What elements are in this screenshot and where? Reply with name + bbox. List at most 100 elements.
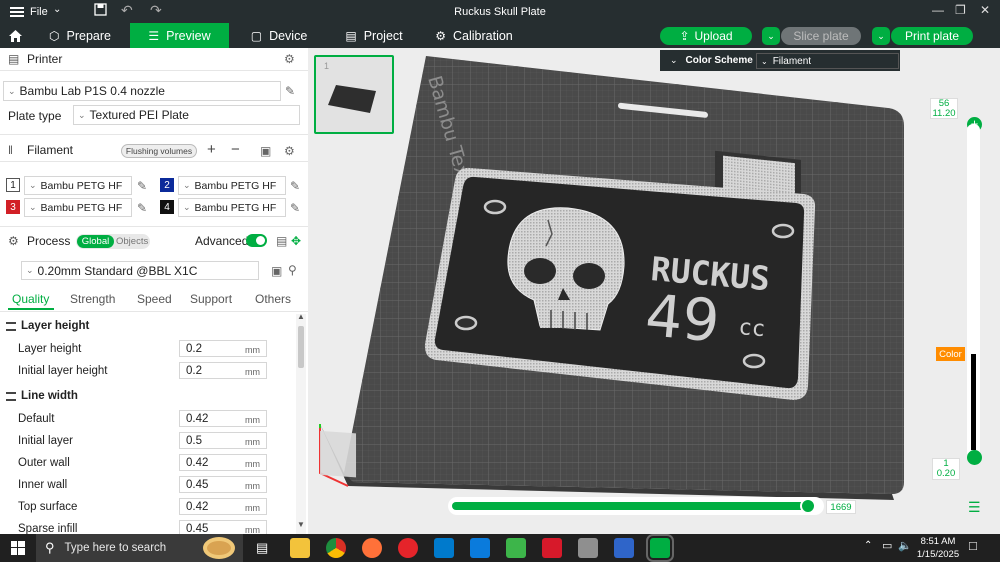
active-tab-underline (8, 308, 54, 310)
sync-filament-icon[interactable]: ▣ (260, 144, 271, 158)
volume-icon[interactable]: 🔈 (898, 539, 912, 552)
edit-filament-icon[interactable]: ✎ (137, 201, 147, 215)
sparse-infill-line-width-input[interactable]: 0.45 mm (179, 520, 267, 534)
tab-others[interactable]: Others (255, 292, 291, 306)
file-explorer-icon[interactable] (290, 538, 310, 558)
moves-slider-handle[interactable] (800, 498, 817, 514)
firefox-icon[interactable] (362, 538, 382, 558)
moves-slider-track[interactable] (448, 497, 824, 515)
menu-icon[interactable] (10, 6, 24, 17)
plate-thumbnail[interactable]: 1 (314, 55, 394, 134)
scroll-up-icon[interactable]: ▲ (297, 312, 305, 321)
layer-height-input[interactable]: 0.2 mm (179, 340, 267, 357)
advanced-toggle[interactable] (246, 234, 267, 247)
save-preset-icon[interactable]: ▣ (271, 264, 282, 278)
scroll-down-icon[interactable]: ▼ (297, 520, 305, 529)
advanced-label: Advanced (195, 234, 249, 248)
print-plate-button[interactable]: Print plate (891, 27, 973, 45)
home-icon[interactable] (0, 23, 30, 48)
printer-select[interactable]: ⌄ Bambu Lab P1S 0.4 nozzle (3, 81, 281, 101)
edit-filament-icon[interactable]: ✎ (137, 179, 147, 193)
initial-layer-line-width-input[interactable]: 0.5 mm (179, 432, 267, 449)
app-icon[interactable] (470, 538, 490, 558)
process-icon: ⚙ (8, 234, 19, 248)
edit-filament-icon[interactable]: ✎ (290, 201, 300, 215)
flushing-volumes-button[interactable]: Flushing volumes (121, 144, 197, 158)
bambu-studio-icon[interactable] (646, 534, 674, 562)
windows-start-icon[interactable] (11, 541, 25, 558)
close-icon[interactable]: ✕ (980, 3, 990, 17)
collapse-icon[interactable]: ⌄ (670, 55, 678, 66)
outer-wall-line-width-input[interactable]: 0.42 mm (179, 454, 267, 471)
tab-prepare[interactable]: ⬡ Prepare (30, 23, 130, 48)
slice-dropdown-button[interactable]: ⌄ (762, 27, 780, 45)
app-icon[interactable] (578, 538, 598, 558)
vscode-icon[interactable] (434, 538, 454, 558)
model-text-cc: cc (737, 315, 766, 342)
param-label: Top surface (18, 501, 78, 513)
tab-preview[interactable]: ☰ Preview (130, 23, 229, 48)
filament-settings-icon[interactable]: ⚙ (284, 144, 295, 158)
layer-bottom-handle[interactable] (967, 450, 982, 465)
tab-speed[interactable]: Speed (137, 292, 172, 306)
remove-filament-icon[interactable]: − (231, 141, 240, 158)
compare-icon[interactable]: ▤ (276, 234, 287, 248)
layers-toggle-icon[interactable]: ☰ (968, 499, 981, 516)
taskbar-search-box[interactable]: ⚲ Type here to search (36, 534, 243, 562)
viewport-canvas: Bambu Textured PEI Plate RUCKUS 49 cc (319, 56, 904, 500)
objects-tab[interactable]: Objects (116, 235, 150, 248)
tab-calibration[interactable]: ⚙ Calibration (419, 23, 529, 48)
filament-select-3[interactable]: ⌄ Bambu PETG HF (24, 198, 132, 217)
layers-icon: ☰ (148, 28, 160, 43)
printer-settings-icon[interactable]: ⚙ (284, 52, 295, 66)
filament-select-2[interactable]: ⌄ Bambu PETG HF (178, 176, 286, 195)
app-icon[interactable] (398, 538, 418, 558)
color-scheme-select[interactable]: ⌄ Filament (756, 53, 899, 69)
undo-icon[interactable]: ↶ (121, 2, 133, 19)
model-text-49: 49 (643, 281, 722, 355)
app-icon[interactable] (542, 538, 562, 558)
chrome-icon[interactable] (326, 538, 346, 558)
global-tab[interactable]: Global (77, 235, 114, 248)
settings-scrollbar[interactable]: ▲ ▼ (296, 312, 306, 534)
default-line-width-input[interactable]: 0.42 mm (179, 410, 267, 427)
add-filament-icon[interactable]: + (207, 141, 216, 158)
app-icon[interactable] (614, 538, 634, 558)
plate-type-select[interactable]: ⌄ Textured PEI Plate (73, 105, 300, 125)
3d-viewport[interactable]: Bambu Textured PEI Plate RUCKUS 49 cc (308, 48, 1000, 534)
upload-button[interactable]: ⇪ Upload (660, 27, 752, 45)
minimize-icon[interactable]: — (932, 3, 944, 17)
edit-filament-icon[interactable]: ✎ (290, 179, 300, 193)
top-surface-line-width-input[interactable]: 0.42 mm (179, 498, 267, 515)
tab-strength[interactable]: Strength (70, 292, 115, 306)
tab-project[interactable]: ▤ Project (329, 23, 419, 48)
inner-wall-line-width-input[interactable]: 0.45 mm (179, 476, 267, 493)
network-icon[interactable]: ▭ (882, 539, 892, 552)
tab-device[interactable]: ▢ Device (229, 23, 329, 48)
tab-support[interactable]: Support (190, 292, 232, 306)
group-icon (6, 391, 16, 401)
initial-layer-height-input[interactable]: 0.2 mm (179, 362, 267, 379)
chevron-down-icon[interactable]: ⌄ (53, 4, 61, 15)
filament-select-1[interactable]: ⌄ Bambu PETG HF (24, 176, 132, 195)
layer-height-group: Layer height (6, 320, 89, 332)
redo-icon[interactable]: ↷ (150, 2, 162, 19)
process-settings-icon[interactable]: ✥ (291, 234, 301, 248)
edit-printer-icon[interactable]: ✎ (285, 84, 295, 98)
scrollbar-thumb[interactable] (298, 326, 304, 368)
notifications-icon[interactable]: □ (969, 538, 977, 553)
restore-icon[interactable]: ❐ (955, 3, 966, 17)
file-menu[interactable]: File (30, 6, 48, 18)
global-objects-toggle[interactable]: Global Objects (76, 234, 150, 249)
chevron-up-icon[interactable]: ⌃ (864, 540, 872, 551)
system-clock[interactable]: 8:51 AM 1/15/2025 (912, 535, 964, 561)
filament-select-4[interactable]: ⌄ Bambu PETG HF (178, 198, 286, 217)
save-icon[interactable] (94, 3, 107, 19)
search-icon[interactable]: ⚲ (288, 263, 297, 277)
slice-plate-button[interactable]: Slice plate (781, 27, 861, 45)
print-dropdown-button[interactable]: ⌄ (872, 27, 890, 45)
process-preset-select[interactable]: ⌄ 0.20mm Standard @BBL X1C (21, 261, 259, 280)
tab-quality[interactable]: Quality (12, 292, 49, 306)
app-icon[interactable] (506, 538, 526, 558)
task-view-icon[interactable]: ▤ (256, 540, 268, 556)
